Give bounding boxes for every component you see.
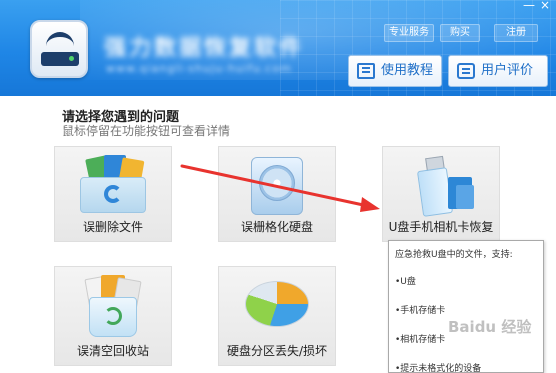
sd-card-icon (456, 185, 474, 209)
disk-icon (41, 52, 79, 66)
hard-disk-icon (245, 155, 309, 217)
tile-usb-card-recovery[interactable]: U盘手机相机卡恢复 (382, 146, 500, 242)
book-icon (357, 63, 375, 79)
user-review-button[interactable]: 用户评价 (448, 55, 548, 87)
usb-recovery-tooltip: 应急抢救U盘中的文件，支持: •U盘 •手机存储卡 •相机存储卡 •提示未格式化… (388, 240, 544, 373)
comment-icon (457, 63, 475, 79)
wrench-icon (46, 32, 74, 48)
tile-label: 硬盘分区丢失/损坏 (226, 344, 328, 358)
tile-empty-recycle-bin[interactable]: 误清空回收站 (54, 266, 172, 366)
tutorial-label: 使用教程 (381, 63, 434, 78)
pie-chart-icon (239, 275, 315, 337)
tooltip-item: •提示未格式化的设备 (395, 364, 482, 373)
app-title: 强力数据恢复软件 (104, 36, 305, 61)
tutorial-button[interactable]: 使用教程 (348, 55, 442, 87)
tooltip-item: •U盘 (395, 277, 416, 287)
disk-platter (259, 165, 295, 201)
arrow-head (360, 197, 380, 212)
recycle-symbol-icon (104, 307, 122, 325)
tile-label: 误清空回收站 (76, 344, 149, 358)
refresh-icon (104, 185, 122, 203)
professional-service-button[interactable]: 专业服务 (384, 24, 434, 42)
buy-button[interactable]: 购买 (440, 24, 480, 42)
prompt-subtitle: 鼠标停留在功能按钮可查看详情 (62, 124, 231, 138)
close-button[interactable]: × (538, 0, 552, 12)
tooltip-intro: 应急抢救U盘中的文件，支持: (395, 250, 513, 260)
watermark: Baidu 经验 (448, 318, 532, 336)
pie-disc (245, 281, 309, 327)
tooltip-item: •手机存储卡 (395, 306, 446, 316)
tile-label: U盘手机相机卡恢复 (388, 220, 494, 234)
folder-recycle-icon (78, 155, 148, 213)
tile-deleted-files[interactable]: 误删除文件 (54, 146, 172, 242)
tile-label: 误删除文件 (82, 220, 143, 234)
app-logo-icon (30, 20, 88, 78)
user-review-label: 用户评价 (481, 63, 534, 78)
app-header: 强力数据恢复软件 www.qiangli-shuju-huifu.com 专业服… (0, 0, 556, 96)
app-subtitle: www.qiangli-shuju-huifu.com (106, 62, 292, 75)
minimize-button[interactable]: — (522, 0, 536, 12)
recycle-bin-icon (77, 275, 149, 339)
usb-sdcard-icon (406, 155, 476, 217)
tile-partition-lost[interactable]: 硬盘分区丢失/损坏 (218, 266, 336, 366)
register-button[interactable]: 注册 (494, 24, 538, 42)
tile-label: 误栅格化硬盘 (240, 220, 313, 234)
tile-formatted-disk[interactable]: 误栅格化硬盘 (218, 146, 336, 242)
